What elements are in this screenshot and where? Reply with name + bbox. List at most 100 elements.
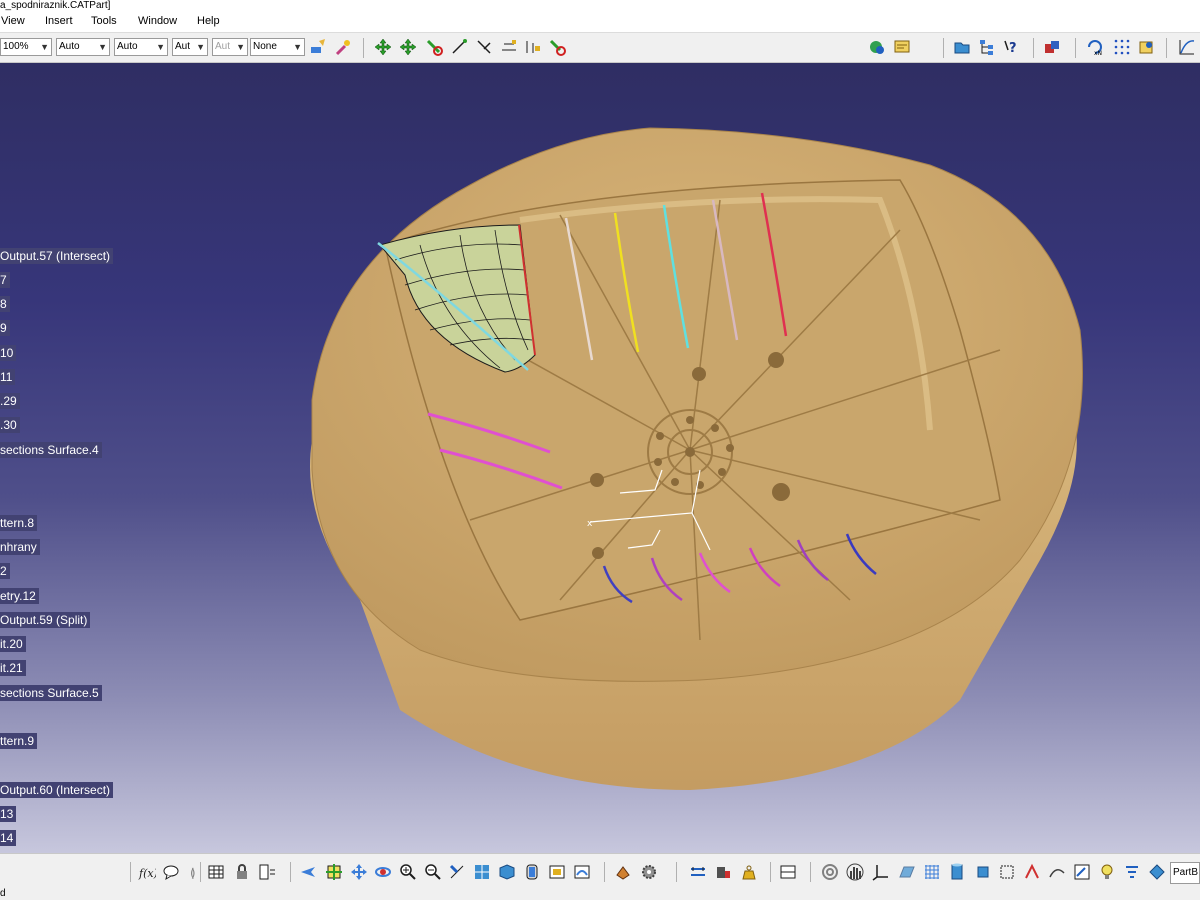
filter-icon[interactable] xyxy=(1123,863,1141,881)
tree-item[interactable]: it.21 xyxy=(0,660,26,676)
hide-show-icon[interactable] xyxy=(548,863,566,881)
iso-view-icon[interactable] xyxy=(498,863,516,881)
gear-icon[interactable] xyxy=(640,863,658,881)
tree-item[interactable]: ttern.8 xyxy=(0,515,38,531)
lock-icon[interactable] xyxy=(233,863,251,881)
line-point-icon[interactable] xyxy=(450,38,468,56)
pan-icon[interactable] xyxy=(350,863,368,881)
toolbar-separator xyxy=(770,862,771,882)
no-snap-icon[interactable] xyxy=(425,38,443,56)
tree-item[interactable]: Output.57 (Intersect) xyxy=(0,248,114,264)
menu-tools[interactable]: Tools xyxy=(91,15,117,27)
translate-arrows-icon[interactable] xyxy=(399,38,417,56)
tree-item[interactable]: .29 xyxy=(0,393,20,409)
status-bar: d xyxy=(0,889,1200,900)
work-plane-icon[interactable] xyxy=(949,863,967,881)
catalog-icon[interactable] xyxy=(868,38,886,56)
rendering-combo[interactable]: None ▼ xyxy=(250,38,305,56)
fly-icon[interactable] xyxy=(299,863,317,881)
zoom-out-icon[interactable] xyxy=(424,863,442,881)
snap-icon[interactable] xyxy=(1024,863,1042,881)
multi-view-icon[interactable] xyxy=(473,863,491,881)
part-model[interactable]: x xyxy=(0,63,1200,853)
menu-insert[interactable]: Insert xyxy=(45,15,73,27)
toolbar-separator xyxy=(943,38,944,58)
tree-item[interactable]: ttern.9 xyxy=(0,733,38,749)
align-icon[interactable] xyxy=(500,38,518,56)
move-arrows-icon[interactable] xyxy=(374,38,392,56)
angle-icon[interactable] xyxy=(475,38,493,56)
tree-item[interactable]: 10 xyxy=(0,345,17,361)
curve-icon[interactable] xyxy=(1048,863,1066,881)
open-folder-icon[interactable] xyxy=(953,38,971,56)
tree-item[interactable]: Output.60 (Intersect) xyxy=(0,782,114,798)
line-type-value: Auto xyxy=(59,41,80,52)
tree-icon[interactable] xyxy=(978,38,996,56)
swap-icon[interactable] xyxy=(573,863,591,881)
fit-all-icon[interactable] xyxy=(325,863,343,881)
tree-item[interactable]: it.20 xyxy=(0,636,26,652)
zoom-in-icon[interactable] xyxy=(399,863,417,881)
parameters-icon[interactable] xyxy=(258,863,276,881)
update-icon[interactable]: xN xyxy=(1086,38,1104,56)
normal-view-icon[interactable] xyxy=(448,863,466,881)
magic-wand-icon[interactable] xyxy=(334,38,352,56)
rotate-icon[interactable] xyxy=(374,863,392,881)
3d-viewport[interactable]: x Output.57 (Intersect) 7 8 9 10 11 .29 … xyxy=(0,63,1200,853)
menu-help[interactable]: Help xyxy=(197,15,220,27)
tree-item[interactable]: Output.59 (Split) xyxy=(0,612,91,628)
comment-icon[interactable] xyxy=(162,863,180,881)
tree-item[interactable]: etry.12 xyxy=(0,588,39,604)
table-icon[interactable] xyxy=(207,863,225,881)
layer-combo[interactable]: Aut ▼ xyxy=(172,38,208,56)
knowledge-icon[interactable] xyxy=(893,38,911,56)
inertia-icon[interactable] xyxy=(714,863,732,881)
scene-icon[interactable] xyxy=(779,863,797,881)
tree-item[interactable]: sections Surface.5 xyxy=(0,685,102,701)
tree-item[interactable]: 7 xyxy=(0,272,10,288)
hand-icon[interactable] xyxy=(846,863,864,881)
painter-icon[interactable] xyxy=(309,38,327,56)
distribute-icon[interactable] xyxy=(523,38,541,56)
tree-item[interactable]: 13 xyxy=(0,806,17,822)
help-icon[interactable]: ? xyxy=(1003,38,1021,56)
formula-icon[interactable]: ≬ xyxy=(186,863,204,881)
apply-material-icon[interactable] xyxy=(614,863,632,881)
tree-item[interactable]: 9 xyxy=(0,320,10,336)
grid-icon[interactable] xyxy=(923,863,941,881)
tree-item[interactable]: .30 xyxy=(0,417,20,433)
grid-points-icon[interactable] xyxy=(1113,38,1131,56)
material-icon[interactable] xyxy=(1043,38,1061,56)
workbench-selector[interactable]: PartB xyxy=(1170,862,1200,884)
weight-icon[interactable] xyxy=(740,863,758,881)
menu-window[interactable]: Window xyxy=(138,15,177,27)
rendering-value: None xyxy=(253,41,277,52)
plane-icon[interactable] xyxy=(898,863,916,881)
sketch-icon[interactable] xyxy=(1073,863,1091,881)
tree-item[interactable]: 14 xyxy=(0,830,17,846)
workbench-icon[interactable] xyxy=(1148,863,1166,881)
line-weight-value: Auto xyxy=(117,41,138,52)
curve-analysis-icon[interactable] xyxy=(1178,38,1196,56)
solid-icon[interactable] xyxy=(974,863,992,881)
line-type-combo[interactable]: Auto ▼ xyxy=(56,38,110,56)
tree-item[interactable]: sections Surface.4 xyxy=(0,442,102,458)
menu-view[interactable]: View xyxy=(1,15,25,27)
measure-icon[interactable] xyxy=(689,863,707,881)
svg-text:xN: xN xyxy=(1094,50,1102,56)
line-weight-combo[interactable]: Auto ▼ xyxy=(114,38,168,56)
compass-icon[interactable] xyxy=(821,863,839,881)
tree-item[interactable]: 2 xyxy=(0,563,10,579)
analysis-icon[interactable] xyxy=(1138,38,1156,56)
shading-icon[interactable] xyxy=(523,863,541,881)
axis-icon[interactable] xyxy=(872,863,890,881)
tree-item[interactable]: nhrany xyxy=(0,539,40,555)
tree-item[interactable]: 11 xyxy=(0,369,16,385)
disabled-combo[interactable]: Aut ▼ xyxy=(212,38,248,56)
constraint-icon[interactable] xyxy=(998,863,1016,881)
tree-item[interactable]: 8 xyxy=(0,296,10,312)
lightbulb-icon[interactable] xyxy=(1098,863,1116,881)
zoom-combo[interactable]: 100% ▼ xyxy=(0,38,52,56)
deactivate-icon[interactable] xyxy=(548,38,566,56)
fx-icon[interactable]: f(x) xyxy=(138,863,156,881)
